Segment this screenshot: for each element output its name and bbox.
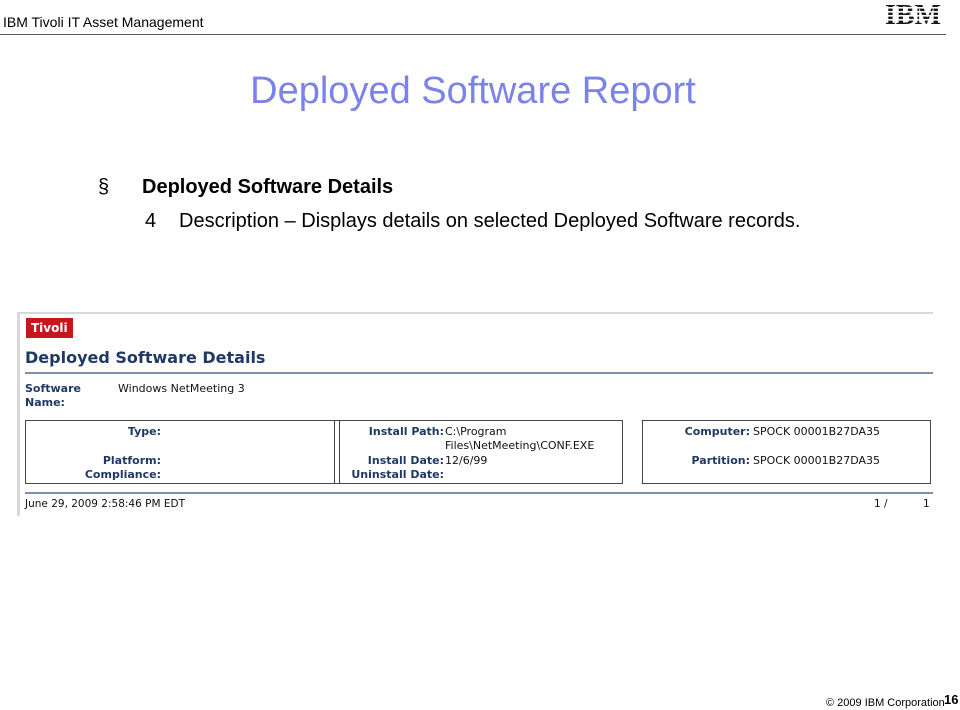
platform-label: Platform: xyxy=(102,454,161,467)
slide-title: Deployed Software Report xyxy=(250,70,696,112)
tivoli-logo: Tivoli xyxy=(26,318,73,338)
report-footer-rule xyxy=(25,492,933,494)
compliance-label: Compliance: xyxy=(84,468,161,481)
report-title-rule xyxy=(25,372,933,374)
type-label: Type: xyxy=(127,425,161,438)
computer-value: SPOCK 00001B27DA35 xyxy=(753,425,880,438)
header-title: IBM Tivoli IT Asset Management xyxy=(3,14,204,30)
copyright: © 2009 IBM Corporation xyxy=(826,697,945,709)
software-name-label: Software Name: xyxy=(25,382,81,409)
ibm-logo: IBM xyxy=(879,0,947,28)
details-box-install: Install Path: C:\Program Files\NetMeetin… xyxy=(334,420,623,484)
sub-bullet-symbol: 4 xyxy=(145,210,157,232)
report-screenshot: Tivoli Deployed Software Details Softwar… xyxy=(17,312,933,516)
svg-text:IBM: IBM xyxy=(885,0,941,28)
details-box-computer: Computer: SPOCK 00001B27DA35 Partition: … xyxy=(642,420,931,484)
install-date-value: 12/6/99 xyxy=(445,454,488,467)
report-timestamp: June 29, 2009 2:58:46 PM EDT xyxy=(25,498,185,510)
partition-label: Partition: xyxy=(691,454,750,467)
software-name-value: Windows NetMeeting 3 xyxy=(118,382,245,395)
bullet-text: Deployed Software Details xyxy=(142,176,394,198)
uninstall-date-label: Uninstall Date: xyxy=(351,468,444,481)
sub-bullet-text: Description – Displays details on select… xyxy=(179,210,801,232)
report-title: Deployed Software Details xyxy=(25,348,266,367)
details-box-type: Type: Platform: Compliance: xyxy=(25,420,340,484)
computer-label: Computer: xyxy=(684,425,750,438)
install-path-label: Install Path: xyxy=(368,425,444,438)
report-page-total: 1 xyxy=(923,498,930,510)
install-path-value-line2: Files\NetMeeting\CONF.EXE xyxy=(445,439,595,452)
partition-value: SPOCK 00001B27DA35 xyxy=(753,454,880,467)
slide-page-number: 16 xyxy=(944,692,959,707)
bullet-symbol: § xyxy=(98,176,110,198)
install-path-value-line1: C:\Program xyxy=(445,425,507,438)
header-rule xyxy=(0,34,946,35)
report-page-indicator: 1 / xyxy=(874,498,888,510)
install-date-label: Install Date: xyxy=(367,454,444,467)
